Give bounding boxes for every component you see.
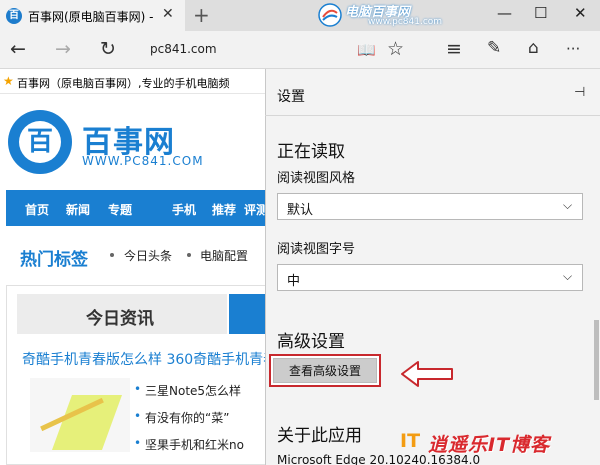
new-tab-button[interactable]: + [193, 3, 210, 27]
settings-title: 设置 [277, 89, 305, 105]
tab-close-icon[interactable]: ✕ [162, 6, 174, 22]
view-advanced-settings-button[interactable]: 查看高级设置 [273, 358, 377, 383]
annotation-arrow-icon [401, 361, 453, 387]
list-item[interactable]: 有没有你的“菜” [145, 409, 267, 426]
favorite-item[interactable]: 百事网（原电脑百事网）,专业的手机电脑频 [17, 75, 267, 91]
tab-title: 百事网(原电脑百事网) - [28, 10, 154, 24]
site-logo-glyph: 百 [19, 121, 61, 163]
font-size-label: 阅读视图字号 [277, 242, 356, 257]
tag-bullet [187, 253, 191, 257]
font-size-value: 中 [287, 274, 301, 289]
tag-bullet [110, 253, 114, 257]
watermark-bottom-name: 逍遥乐IT博客 [428, 434, 551, 456]
more-icon[interactable]: ··· [566, 40, 580, 58]
news-headline[interactable]: 奇酷手机青春版怎么样 360奇酷手机青春 [22, 349, 268, 369]
forward-icon[interactable]: → [55, 38, 71, 60]
minimize-button[interactable]: — [497, 4, 512, 22]
screen: 百 百事网(原电脑百事网) - ✕ + 电脑百事网 www.pc841.com … [0, 0, 600, 465]
nav-item-topics[interactable]: 专题 [108, 201, 132, 218]
hot-tag-item[interactable]: 电脑配置 [200, 247, 248, 264]
hub-icon[interactable]: ≡ [446, 38, 462, 60]
nav-item-home[interactable]: 首页 [25, 201, 49, 218]
list-bullet: • [134, 409, 142, 423]
favorite-star-icon[interactable]: ☆ [387, 38, 404, 60]
watermark-bottom-it: IT [400, 430, 421, 452]
pin-icon[interactable]: ⊣ [574, 85, 585, 100]
web-note-icon[interactable]: ✎ [487, 38, 501, 58]
nav-item-recommend[interactable]: 推荐 [212, 201, 236, 218]
hot-tags-title: 热门标签 [20, 250, 88, 270]
reading-view-icon[interactable]: 📖 [357, 41, 376, 59]
refresh-icon[interactable]: ↻ [100, 38, 116, 60]
url-text[interactable]: pc841.com [150, 42, 217, 56]
nav-item-phone[interactable]: 手机 [172, 201, 196, 218]
tab-secondary[interactable] [229, 294, 269, 334]
list-item[interactable]: 三星Note5怎么样 [145, 382, 267, 399]
list-item[interactable]: 坚果手机和红米no [145, 436, 267, 453]
chevron-down-icon: ⌵ [563, 269, 573, 283]
site-favicon-icon: 百 [6, 8, 22, 24]
divider [265, 115, 600, 116]
site-url: WWW.PC841.COM [82, 154, 204, 168]
nav-item-news[interactable]: 新闻 [66, 201, 90, 218]
maximize-button[interactable]: ☐ [534, 4, 547, 22]
chevron-down-icon: ⌵ [563, 198, 573, 212]
watermark-top-url: www.pc841.com [368, 17, 443, 27]
settings-scrollbar[interactable] [594, 320, 599, 400]
hot-tag-item[interactable]: 今日头条 [124, 247, 172, 264]
favorite-item-icon: ★ [3, 74, 14, 88]
list-bullet: • [134, 436, 142, 450]
tab-today-news-label: 今日资讯 [86, 309, 154, 329]
reading-style-value: 默认 [287, 203, 314, 218]
about-section-heading: 关于此应用 [277, 426, 362, 446]
watermark-logo-icon [318, 3, 342, 30]
reading-style-select[interactable] [277, 193, 583, 220]
advanced-section-heading: 高级设置 [277, 332, 345, 352]
back-icon[interactable]: ← [10, 38, 26, 60]
font-size-select[interactable] [277, 264, 583, 291]
list-bullet: • [134, 382, 142, 396]
reading-section-heading: 正在读取 [277, 142, 345, 162]
reading-style-label: 阅读视图风格 [277, 171, 356, 186]
close-window-button[interactable]: ✕ [574, 4, 587, 22]
share-icon[interactable]: ⌂ [528, 38, 539, 58]
